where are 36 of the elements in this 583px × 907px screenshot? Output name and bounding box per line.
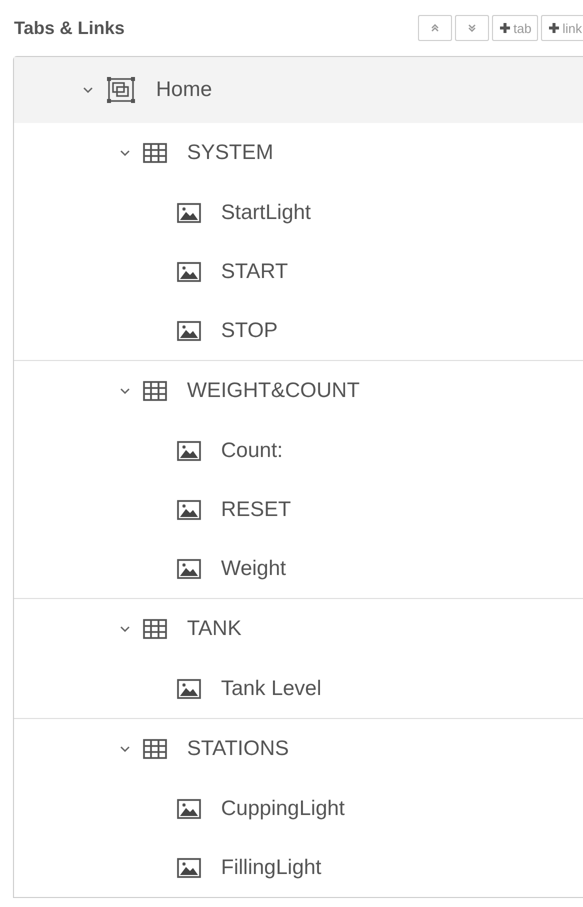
table-icon: [143, 739, 167, 759]
widget-label: Tank Level: [221, 676, 322, 700]
widget-label: StartLight: [221, 200, 311, 224]
panel-title: Tabs & Links: [14, 18, 125, 38]
group-label: TANK: [187, 617, 242, 641]
plus-icon: [548, 22, 560, 34]
widget-label: Count:: [221, 438, 283, 462]
group-label: STATIONS: [187, 737, 289, 761]
image-icon: [177, 202, 201, 222]
add-button[interactable]: tab: [492, 15, 538, 41]
image-icon: [177, 678, 201, 698]
plus-icon: [499, 22, 512, 34]
tab-row[interactable]: Home: [14, 57, 583, 123]
group-label: SYSTEM: [187, 141, 274, 165]
image-icon: [177, 500, 201, 520]
image-icon: [177, 558, 201, 578]
widget-label: STOP: [221, 318, 278, 342]
widget-label: CuppingLight: [221, 796, 345, 820]
double-chevron-up-icon: [430, 23, 440, 33]
add-button[interactable]: link: [541, 15, 583, 41]
image-icon: [177, 858, 201, 878]
table-icon: [143, 143, 167, 163]
image-icon: [177, 262, 201, 282]
group-label: WEIGHT&COUNT: [187, 379, 360, 403]
tab-icon: [106, 76, 136, 104]
widget-label: START: [221, 260, 288, 284]
image-icon: [177, 798, 201, 818]
double-chevron-down-icon: [467, 23, 478, 33]
widget-label: RESET: [221, 498, 292, 522]
widget-label: FillingLight: [221, 856, 322, 880]
image-icon: [177, 440, 201, 460]
table-icon: [143, 381, 167, 401]
table-icon: [143, 619, 167, 639]
tab-label: Home: [156, 78, 212, 102]
widget-label: Weight: [221, 556, 286, 580]
image-icon: [177, 320, 201, 340]
